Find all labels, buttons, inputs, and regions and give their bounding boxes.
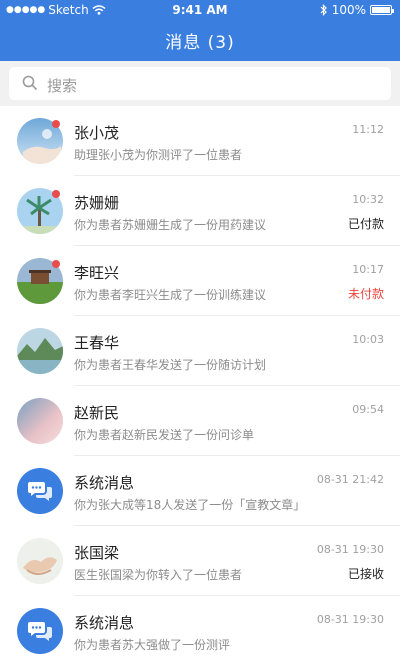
message-time: 09:54 — [352, 403, 384, 416]
message-preview: 医生张国梁为你转入了一位患者 — [74, 568, 243, 582]
message-preview: 你为患者苏大强做了一份测评 — [74, 638, 231, 652]
chat-bubble-icon — [28, 482, 52, 501]
contact-name: 张国梁 — [74, 544, 120, 562]
message-item[interactable]: 李旺兴 你为患者李旺兴生成了一份训练建议 10:17 未付款 — [0, 246, 400, 316]
message-time: 08-31 21:42 — [316, 473, 384, 486]
message-item[interactable]: 系统消息 你为患者苏大强做了一份测评 08-31 19:30 — [0, 596, 400, 660]
message-preview: 你为张大成等18人发送了一份「宣教文章」 — [74, 498, 306, 512]
status-badge: 已接收 — [347, 567, 384, 581]
contact-name: 张小茂 — [74, 124, 120, 142]
status-badge: 已付款 — [347, 217, 384, 231]
avatar — [17, 538, 63, 584]
chat-bubble-icon — [28, 622, 52, 641]
search-area: 搜索 — [0, 61, 400, 106]
message-item[interactable]: 张国梁 医生张国梁为你转入了一位患者 08-31 19:30 已接收 — [0, 526, 400, 596]
search-input[interactable]: 搜索 — [9, 67, 391, 100]
search-icon — [22, 75, 38, 91]
message-time: 10:32 — [352, 193, 384, 206]
message-item[interactable]: 苏姗姗 你为患者苏姗姗生成了一份用药建议 10:32 已付款 — [0, 176, 400, 246]
unread-dot — [52, 120, 60, 128]
contact-name: 系统消息 — [74, 614, 135, 632]
message-time: 08-31 19:30 — [316, 613, 384, 626]
message-item[interactable]: 张小茂 助理张小茂为你测评了一位患者 11:12 — [0, 106, 400, 176]
contact-name: 系统消息 — [74, 474, 135, 492]
unread-dot — [52, 260, 60, 268]
status-bar: ●●●●● Sketch 9:41 AM 100% — [0, 0, 400, 22]
system-avatar — [17, 468, 63, 514]
unread-dot — [52, 190, 60, 198]
message-preview: 你为患者赵新民发送了一份问诊单 — [74, 428, 255, 442]
message-item[interactable]: 赵新民 你为患者赵新民发送了一份问诊单 09:54 — [0, 386, 400, 456]
message-preview: 你为患者王春华发送了一份随访计划 — [74, 358, 267, 372]
contact-name: 赵新民 — [74, 404, 120, 422]
system-avatar — [17, 608, 63, 654]
message-preview: 你为患者苏姗姗生成了一份用药建议 — [74, 218, 267, 232]
avatar — [17, 398, 63, 444]
contact-name: 王春华 — [74, 334, 120, 352]
contact-name: 李旺兴 — [74, 264, 120, 282]
message-preview: 你为患者李旺兴生成了一份训练建议 — [74, 288, 267, 302]
search-placeholder: 搜索 — [47, 77, 78, 95]
message-preview: 助理张小茂为你测评了一位患者 — [74, 148, 243, 162]
message-time: 10:03 — [352, 333, 384, 346]
message-time: 10:17 — [352, 263, 384, 276]
status-badge: 未付款 — [347, 287, 384, 301]
bluetooth-icon — [320, 4, 327, 16]
contact-name: 苏姗姗 — [74, 194, 120, 212]
app-header: ●●●●● Sketch 9:41 AM 100% 消息 (3) — [0, 0, 400, 61]
avatar — [17, 328, 63, 374]
message-item[interactable]: 王春华 你为患者王春华发送了一份随访计划 10:03 — [0, 316, 400, 386]
message-list: 张小茂 助理张小茂为你测评了一位患者 11:12 苏姗姗 你为患者苏姗姗生成了一… — [0, 106, 400, 660]
battery-icon — [370, 5, 394, 15]
message-time: 08-31 19:30 — [316, 543, 384, 556]
message-time: 11:12 — [352, 123, 384, 136]
page-title: 消息 (3) — [165, 33, 235, 53]
message-item[interactable]: 系统消息 你为张大成等18人发送了一份「宣教文章」 08-31 21:42 — [0, 456, 400, 526]
battery-percent: 100% — [331, 3, 366, 17]
